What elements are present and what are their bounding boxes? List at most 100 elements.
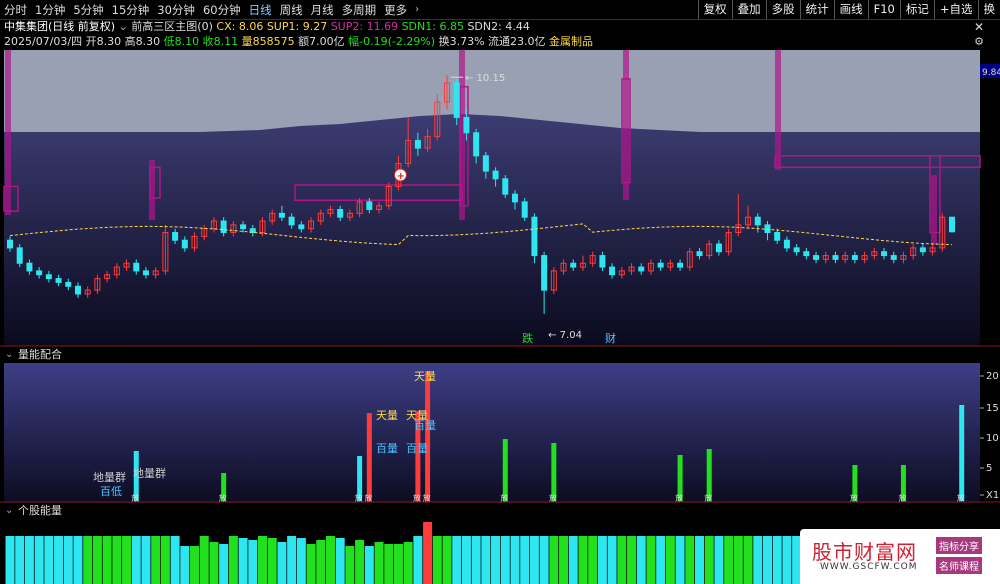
energy-bar [393,544,403,584]
quote-sector: 金属制品 [549,35,594,48]
period-tab-8[interactable]: 月线 [307,2,338,18]
volume-signal-label: 百量 [414,419,436,432]
candle-body [366,201,373,211]
energy-bar [762,536,772,584]
energy-bar [442,536,452,584]
energy-bar [685,536,695,584]
energy-bar [15,536,25,584]
energy-bar [675,536,685,584]
energy-bar [733,536,743,584]
panel2-collapse-icon[interactable]: ⌄ [5,349,13,360]
energy-bar [160,536,170,584]
dropdown-icon[interactable]: ⌄ [119,20,128,33]
energy-bar [73,536,83,584]
volume-signal-label: 百量 [376,442,398,455]
energy-bar [568,536,578,584]
period-tab-7[interactable]: 周线 [276,2,307,18]
energy-bar [539,536,549,584]
period-tabs: 分时 1分钟 5分钟 15分钟 30分钟 60分钟 日线 周线 月线 多周期 更多 › [0,0,423,19]
stock-name[interactable]: 中集集团(日线 前复权) [4,20,115,33]
candle-body [181,239,188,249]
candle-body [36,270,43,276]
candle-body [657,262,664,268]
quote-amount: 额7.00亿 [298,35,345,48]
energy-bar [122,536,132,584]
candle-body [793,247,800,253]
energy-bar [92,536,102,584]
energy-bar [665,536,675,584]
quote-info-bar: 2025/07/03/四 开8.30 高8.30 低8.10 收8.11 量85… [4,35,984,49]
candle-body [220,220,227,234]
close-icon[interactable]: ✕ [974,20,984,34]
axis-label: 20 [986,371,999,382]
settings-gear-icon[interactable]: ⚙ [974,35,984,48]
toolbar-button-0[interactable]: 复权 [697,0,732,19]
toolbar-button-3[interactable]: 统计 [799,0,834,19]
candle-body [492,170,499,180]
period-tab-5[interactable]: 60分钟 [199,2,245,18]
period-tab-4[interactable]: 30分钟 [153,2,199,18]
energy-bar [374,542,384,584]
energy-bar [782,536,792,584]
plus-marker-glyph: + [396,171,404,182]
period-tab-0[interactable]: 分时 [0,2,31,18]
quote-open: 开8.30 [85,35,122,48]
candle-body [754,216,761,226]
energy-bar [34,536,44,584]
watermark-site: 股市财富网 [812,540,917,564]
axis-label: 5 [986,463,992,474]
quote-high: 高8.30 [124,35,161,48]
energy-bar [335,538,345,584]
energy-bar [209,542,219,584]
energy-bar [704,536,714,584]
candle-body [881,251,888,257]
volume-bar [959,405,965,501]
energy-bar [559,536,569,584]
candle-body [919,247,926,253]
kline-chart[interactable]: ← 10.15← 7.04跌 财+ ⌄ 量能配合 放放放放放放放放放放放放放 天量… [0,50,1000,584]
energy-bar [607,536,617,584]
energy-bar [724,536,734,584]
energy-bar [257,536,267,584]
more-chevron-icon[interactable]: › [411,4,423,15]
period-tab-6[interactable]: 日线 [245,2,276,18]
toolbar-button-5[interactable]: F10 [867,0,900,19]
energy-bar [238,538,248,584]
candle-body [638,266,645,272]
period-tab-9[interactable]: 多周期 [338,2,381,18]
energy-bar [325,536,335,584]
candle-body [949,216,955,233]
toolbar-button-8[interactable]: 换 [977,0,1000,19]
candle-body [142,270,149,276]
period-tab-1[interactable]: 1分钟 [31,2,69,18]
watermark-tag-share: 指标分享 [936,537,982,554]
energy-bar [617,536,627,584]
period-tab-2[interactable]: 5分钟 [69,2,107,18]
toolbar-button-6[interactable]: 标记 [899,0,934,19]
period-tab-10[interactable]: 更多 [380,2,411,18]
energy-bar [461,536,471,584]
quote-close: 收8.11 [202,35,239,48]
toolbar-button-7[interactable]: +自选 [933,0,978,19]
high-price-label: ← 10.15 [465,73,505,84]
period-tab-3[interactable]: 15分钟 [108,2,154,18]
energy-bar [180,546,190,584]
energy-bar [500,536,510,584]
candle-body [473,132,480,157]
volume-signal-label: 地量群 [133,466,166,480]
volume-bar [551,443,557,501]
toolbar-button-2[interactable]: 多股 [765,0,800,19]
energy-bar [102,536,112,584]
watermark-banner: 股市财富网 WWW.GSCFW.COM 指标分享 名师课程 [800,529,1000,584]
panel3-collapse-icon[interactable]: ⌄ [5,505,13,516]
price-axis-value: 9.84 [982,68,1000,78]
toolbar-button-1[interactable]: 叠加 [731,0,766,19]
candle-body [541,255,548,291]
energy-bar [772,536,782,584]
energy-bar [529,536,539,584]
energy-bar [83,536,93,584]
energy-bar [695,536,705,584]
indicator-name[interactable]: 前高三区主图(0) [131,20,213,33]
toolbar-button-4[interactable]: 画线 [833,0,868,19]
energy-bar [471,536,481,584]
